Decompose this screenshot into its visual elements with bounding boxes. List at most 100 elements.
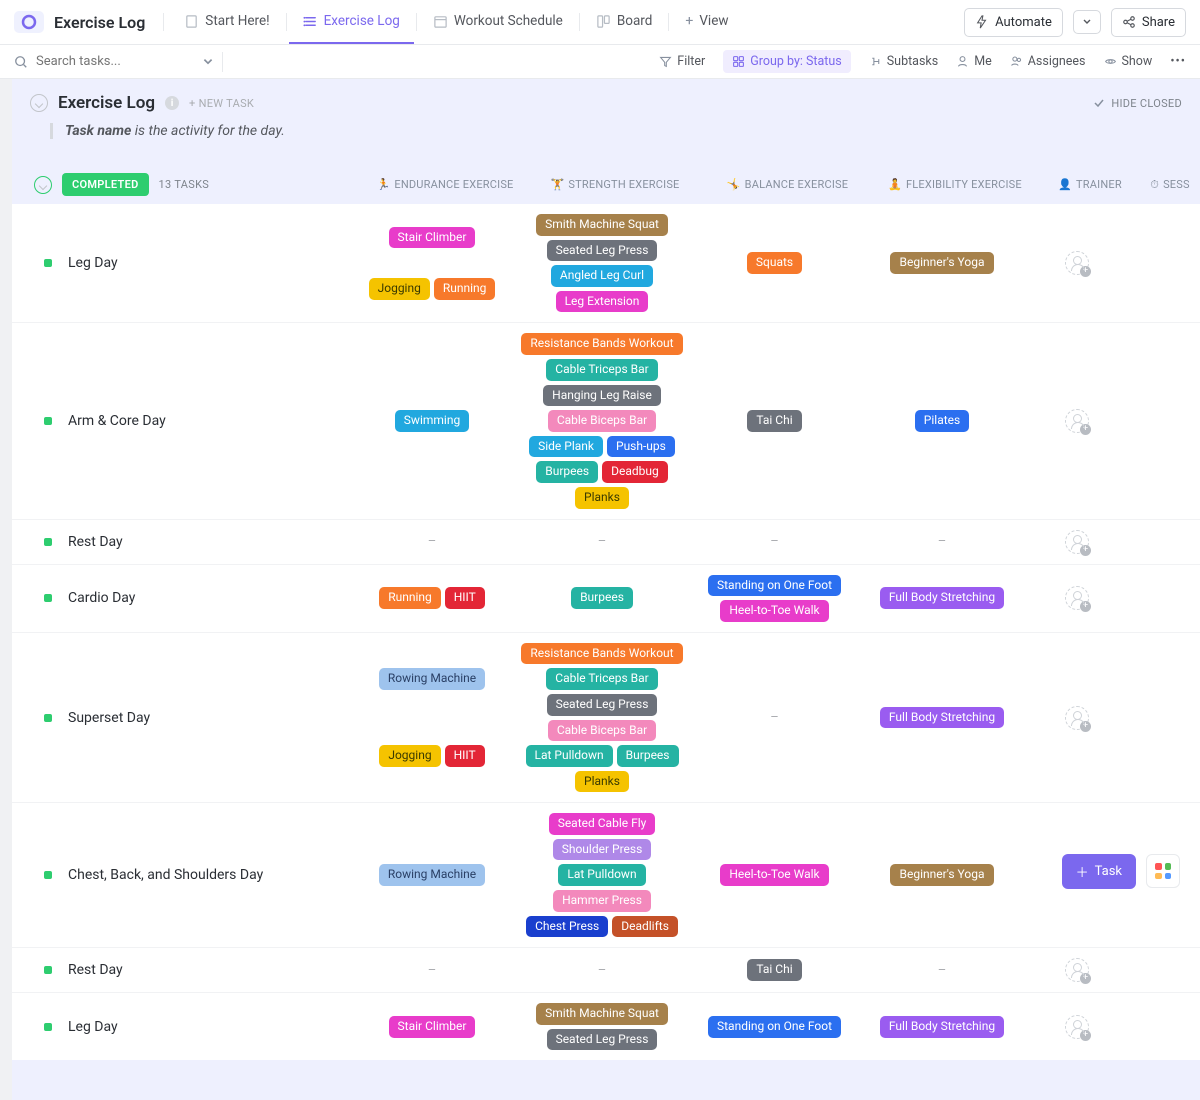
assignee-placeholder[interactable]: + [1065,586,1089,610]
trainer-cell[interactable]: + [1027,1001,1127,1052]
col-balance[interactable]: 🤸 BALANCE EXERCISE [705,178,870,192]
col-trainer[interactable]: 👤 TRAINER [1040,178,1140,192]
exercise-tag[interactable]: Seated Cable Fly [549,813,656,835]
exercise-tag[interactable]: Cable Biceps Bar [548,410,656,432]
collapse-list-icon[interactable] [30,94,48,112]
endurance-cell[interactable]: Stair Climber [352,1001,512,1052]
exercise-tag[interactable]: Standing on One Foot [708,1016,841,1038]
assignee-placeholder[interactable]: + [1065,706,1089,730]
exercise-tag[interactable]: Tai Chi [747,410,801,432]
task-name-cell[interactable]: Rest Day [12,528,352,556]
exercise-tag[interactable]: Stair Climber [389,227,476,249]
task-row[interactable]: Rest Day – – – – + [12,519,1200,564]
exercise-tag[interactable]: Chest Press [526,916,608,938]
assignee-placeholder[interactable]: + [1065,1015,1089,1039]
flexibility-cell[interactable]: Full Body Stretching [857,573,1027,624]
automate-button[interactable]: Automate [964,8,1063,37]
exercise-tag[interactable]: Push-ups [607,436,675,458]
task-row[interactable]: Cardio Day RunningHIIT Burpees Standing … [12,564,1200,632]
trainer-cell[interactable]: + [1027,331,1127,510]
exercise-tag[interactable]: Beginner's Yoga [890,864,993,886]
exercise-tag[interactable]: HIIT [445,587,485,609]
chevron-down-icon[interactable] [202,56,214,68]
exercise-tag[interactable]: Resistance Bands Workout [521,333,682,355]
exercise-tag[interactable]: Heel-to-Toe Walk [720,600,828,622]
trainer-cell[interactable]: + [1027,956,1127,984]
trainer-cell[interactable]: + [1027,528,1127,556]
info-icon[interactable]: i [165,96,179,110]
task-row[interactable]: Rest Day – – Tai Chi – + [12,947,1200,992]
trainer-cell[interactable]: + [1027,641,1127,795]
filter-button[interactable]: Filter [659,54,705,69]
hide-closed-button[interactable]: HIDE CLOSED [1093,97,1182,110]
exercise-tag[interactable]: Smith Machine Squat [536,1003,668,1025]
task-name-cell[interactable]: Chest, Back, and Shoulders Day [12,811,352,939]
task-name-cell[interactable]: Rest Day [12,956,352,984]
exercise-tag[interactable]: Jogging [369,278,430,300]
balance-cell[interactable]: – [692,528,857,556]
exercise-tag[interactable]: Running [379,587,441,609]
balance-cell[interactable]: Squats [692,212,857,314]
endurance-cell[interactable]: RunningHIIT [352,573,512,624]
exercise-tag[interactable]: Jogging [379,745,440,767]
balance-cell[interactable]: Standing on One Foot [692,1001,857,1052]
exercise-tag[interactable]: Leg Extension [556,291,649,313]
exercise-tag[interactable]: Heel-to-Toe Walk [720,864,828,886]
exercise-tag[interactable]: Hammer Press [553,890,651,912]
exercise-tag[interactable]: Swimming [395,410,469,432]
endurance-cell[interactable]: Swimming [352,331,512,510]
collapse-group-icon[interactable] [34,176,52,194]
strength-cell[interactable]: Resistance Bands Workout Cable Triceps Ba… [512,331,692,510]
exercise-tag[interactable]: Deadbug [602,461,668,483]
exercise-tag[interactable]: Angled Leg Curl [551,265,653,287]
tab-exercise-log[interactable]: Exercise Log [289,0,414,44]
exercise-tag[interactable]: Deadlifts [612,916,678,938]
col-flexibility[interactable]: 🧘 FLEXIBILITY EXERCISE [870,178,1040,192]
subtasks-button[interactable]: Subtasks [869,54,938,69]
strength-cell[interactable]: – [512,528,692,556]
task-name-cell[interactable]: Cardio Day [12,573,352,624]
show-button[interactable]: Show [1104,54,1153,69]
search-input[interactable] [36,54,166,69]
more-button[interactable]: ••• [1170,54,1186,69]
task-name-cell[interactable]: Leg Day [12,1001,352,1052]
flexibility-cell[interactable]: Beginner's Yoga [857,212,1027,314]
exercise-tag[interactable]: Full Body Stretching [880,587,1004,609]
exercise-tag[interactable]: Running [434,278,496,300]
task-name-cell[interactable]: Leg Day [12,212,352,314]
exercise-tag[interactable]: Burpees [571,587,633,609]
exercise-tag[interactable]: Beginner's Yoga [890,252,993,274]
balance-cell[interactable]: Tai Chi [692,956,857,984]
balance-cell[interactable]: Tai Chi [692,331,857,510]
assignee-placeholder[interactable]: + [1065,251,1089,275]
strength-cell[interactable]: Resistance Bands WorkoutCable Triceps Ba… [512,641,692,795]
exercise-tag[interactable]: Rowing Machine [379,668,485,690]
exercise-tag[interactable]: Planks [575,487,629,509]
exercise-tag[interactable]: Seated Leg Press [547,240,658,262]
exercise-tag[interactable]: Lat Pulldown [558,864,645,886]
exercise-tag[interactable]: Cable Triceps Bar [546,668,657,690]
flexibility-cell[interactable]: Full Body Stretching [857,641,1027,795]
balance-cell[interactable]: Heel-to-Toe Walk [692,811,857,939]
exercise-tag[interactable]: Tai Chi [747,959,801,981]
new-task-fab[interactable]: ＋ Task [1062,854,1136,889]
endurance-cell[interactable]: Stair Climber JoggingRunning [352,212,512,314]
group-status-badge[interactable]: COMPLETED [62,173,149,196]
assignee-placeholder[interactable]: + [1065,409,1089,433]
strength-cell[interactable]: Seated Cable FlyShoulder PressLat Pulldo… [512,811,692,939]
exercise-tag[interactable]: Cable Triceps Bar [546,359,657,381]
new-task-button[interactable]: + NEW TASK [189,97,254,110]
exercise-tag[interactable]: Lat Pulldown [526,745,613,767]
assignees-button[interactable]: Assignees [1010,54,1086,69]
exercise-tag[interactable]: Hanging Leg Raise [543,385,661,407]
exercise-tag[interactable]: Burpees [536,461,598,483]
exercise-tag[interactable]: Burpees [617,745,679,767]
exercise-tag[interactable]: Seated Leg Press [547,694,658,716]
endurance-cell[interactable]: Rowing Machine [352,811,512,939]
strength-cell[interactable]: Smith Machine SquatSeated Leg PressAngle… [512,212,692,314]
assignee-placeholder[interactable]: + [1065,958,1089,982]
app-logo[interactable] [14,11,44,33]
flexibility-cell[interactable]: – [857,528,1027,556]
exercise-tag[interactable]: HIIT [445,745,485,767]
search-box[interactable] [14,54,214,69]
